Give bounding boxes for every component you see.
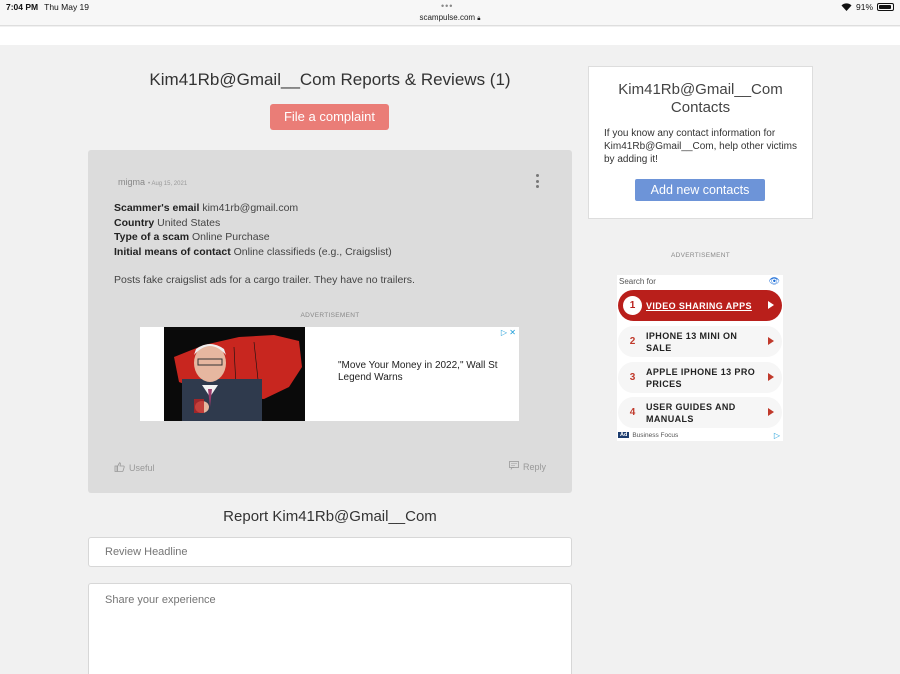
reply-label: Reply	[522, 461, 546, 472]
ad-info-icon[interactable]: 👁︎	[769, 276, 780, 287]
address-bar[interactable]: scampulse.com 🔒︎	[0, 13, 900, 23]
sidebar-advertisement-label: ADVERTISEMENT	[670, 252, 731, 259]
ad-footer[interactable]: Ad Business Focus ▷	[618, 430, 782, 440]
search-advertisement: Search for 👁︎ 1 VIDEO SHARING APPS 2 IPH…	[617, 275, 783, 441]
ad-item-label: USER GUIDES AND MANUALS	[646, 402, 736, 424]
file-complaint-button[interactable]: File a complaint	[270, 104, 389, 130]
field-contact-means: Initial means of contact Online classifi…	[114, 245, 392, 258]
ad-search-item[interactable]: 4 USER GUIDES AND MANUALS	[618, 397, 782, 428]
add-contacts-button[interactable]: Add new contacts	[635, 179, 765, 201]
more-options-icon[interactable]	[536, 174, 540, 188]
battery-percent: 91%	[855, 2, 873, 12]
reply-icon	[509, 461, 519, 472]
status-time: 7:04 PM Thu May 19	[6, 2, 90, 12]
advertisement-label: ADVERTISEMENT	[300, 312, 360, 319]
ad-image[interactable]	[164, 327, 305, 421]
contacts-panel: Kim41Rb@Gmail__Com Contacts If you know …	[588, 66, 813, 219]
more-dots-icon[interactable]: •••	[441, 1, 453, 11]
review-card: migma • Aug 15, 2021 Scammer's email kim4…	[88, 150, 572, 493]
search-for-label: Search for	[619, 277, 656, 286]
ad-badge: Ad	[618, 432, 630, 438]
ad-choices-icon[interactable]: ▷ ✕	[501, 328, 516, 337]
play-arrow-icon	[768, 337, 774, 345]
ad-item-label: IPHONE 13 MINI ON SALE	[646, 331, 738, 353]
wifi-icon	[841, 3, 852, 11]
ad-headline[interactable]: "Move Your Money in 2022," Wall St Legen…	[338, 360, 508, 384]
reply-button[interactable]: Reply	[509, 461, 546, 472]
ad-item-number: 4	[629, 407, 636, 418]
review-headline-input[interactable]	[88, 537, 572, 567]
url-text: scampulse.com	[419, 13, 476, 22]
ad-sponsor: Business Focus	[632, 431, 679, 439]
useful-label: Useful	[129, 463, 155, 473]
field-country: Country United States	[114, 216, 221, 229]
ad-search-item[interactable]: 2 IPHONE 13 MINI ON SALE	[618, 326, 782, 357]
play-arrow-icon	[768, 301, 774, 309]
page-title: Kim41Rb@Gmail__Com Reports & Reviews (1)	[149, 70, 511, 89]
experience-textarea[interactable]	[88, 583, 572, 674]
status-date: Thu May 19	[44, 2, 90, 12]
useful-button[interactable]: Useful	[114, 462, 155, 474]
field-scam-type: Type of a scam Online Purchase	[114, 231, 270, 243]
status-indicators: 91%	[841, 2, 894, 12]
thumbs-up-icon	[114, 462, 125, 474]
review-date: • Aug 15, 2021	[148, 181, 188, 187]
ad-item-label: APPLE IPHONE 13 PRO PRICES	[646, 367, 756, 389]
ad-search-item[interactable]: 1 VIDEO SHARING APPS	[618, 290, 782, 321]
report-form-title: Report Kim41Rb@Gmail__Com	[223, 508, 437, 525]
review-description: Posts fake craigslist ads for a cargo tr…	[114, 274, 415, 286]
field-email: Scammer's email kim41rb@gmail.com	[114, 202, 299, 214]
play-arrow-icon	[768, 373, 774, 381]
play-arrow-icon	[768, 408, 774, 416]
ad-item-number: 2	[629, 336, 636, 347]
ad-item-label: VIDEO SHARING APPS	[646, 301, 752, 311]
lock-icon: 🔒︎	[477, 16, 481, 22]
inline-advertisement[interactable]: "Move Your Money in 2022," Wall St Legen…	[140, 327, 519, 421]
ad-item-number: 1	[623, 296, 642, 315]
ad-choices-icon[interactable]: ▷	[774, 431, 780, 440]
status-bar: 7:04 PM Thu May 19 ••• scampulse.com 🔒︎ 9…	[0, 0, 900, 26]
header-band	[0, 27, 900, 45]
contacts-description: If you know any contact information for …	[604, 128, 797, 165]
battery-icon	[877, 3, 894, 11]
author-name[interactable]: migma	[118, 177, 145, 187]
review-fields: Scammer's email kim41rb@gmail.com Countr…	[114, 201, 392, 259]
review-author[interactable]: migma • Aug 15, 2021	[118, 177, 187, 187]
ad-item-number: 3	[629, 372, 636, 383]
ad-search-item[interactable]: 3 APPLE IPHONE 13 PRO PRICES	[618, 362, 782, 393]
contacts-title: Kim41Rb@Gmail__Com Contacts	[618, 81, 783, 116]
